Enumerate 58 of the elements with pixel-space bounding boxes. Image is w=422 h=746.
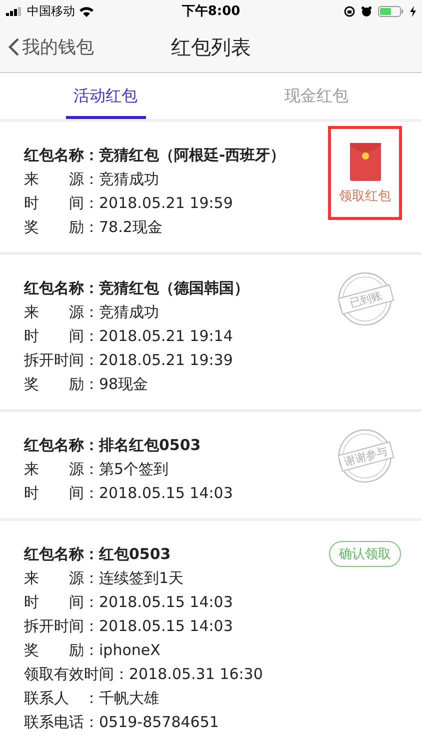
battery-icon [378, 6, 404, 16]
field-label: 时 间： [24, 326, 99, 347]
charging-icon [410, 6, 416, 16]
field-label: 来 源： [24, 568, 99, 589]
tab[interactable]: 活动红包 [0, 73, 211, 119]
confirm-button[interactable]: 确认领取 [329, 541, 401, 567]
field-label: 联系电话： [24, 712, 99, 733]
field-label: 红包名称： [24, 278, 99, 299]
field-value: 2018.05.21 19:59 [99, 193, 233, 214]
field-value: 78.2现金 [99, 217, 162, 238]
stamp-text: 已到账 [338, 284, 394, 315]
field-label: 时 间： [24, 592, 99, 613]
claim-link[interactable]: 领取红包 [339, 187, 391, 205]
field-value: 竞猜成功 [99, 169, 159, 190]
field-label: 联系人 ： [24, 688, 99, 709]
field-label: 奖 励： [24, 217, 99, 238]
field-value: 2018.05.31 16:30 [129, 664, 263, 685]
page-title: 红包列表 [171, 34, 251, 60]
field-label: 拆开时间： [24, 350, 99, 371]
field-value: iphoneX [99, 640, 160, 661]
field-label: 时 间： [24, 193, 99, 214]
field-value: 98现金 [99, 374, 148, 395]
field-value: 第5个签到 [99, 459, 169, 480]
field-value: 2018.05.21 19:14 [99, 326, 233, 347]
back-button[interactable]: 我的钱包 [0, 35, 94, 59]
field-label: 红包名称： [24, 544, 99, 565]
envelope-icon [350, 143, 380, 181]
field-label: 来 源： [24, 169, 99, 190]
field-value: 竞猜红包（德国韩国） [99, 278, 249, 299]
wifi-icon [79, 6, 94, 16]
field-value: 竞猜红包（阿根廷-西班牙） [99, 145, 286, 166]
field-label: 来 源： [24, 459, 99, 480]
field-label: 领取有效时间： [24, 664, 129, 685]
chevron-icon [8, 37, 20, 57]
field-value: 2018.05.15 14:03 [99, 616, 233, 637]
rotation-lock-icon [344, 6, 355, 16]
field-label: 来 源： [24, 302, 99, 323]
field-value: 2018.05.21 19:39 [99, 350, 233, 371]
tab[interactable]: 现金红包 [211, 73, 422, 119]
field-value: 2018.05.15 14:03 [99, 483, 233, 504]
field-label: 奖 励： [24, 374, 99, 395]
clock-time: 下午8:00 [182, 3, 240, 20]
field-label: 红包名称： [24, 435, 99, 456]
field-label: 奖 励： [24, 640, 99, 661]
field-value: 排名红包0503 [99, 435, 201, 456]
field-value: 千帆大雄 [99, 688, 159, 709]
stamp-text: 谢谢参与 [338, 441, 394, 472]
field-value: 红包0503 [99, 544, 171, 565]
field-value: 连续签到1天 [99, 568, 184, 589]
alarm-icon [361, 6, 372, 16]
signal-icon [6, 6, 23, 16]
field-label: 红包名称： [24, 145, 99, 166]
field-value: 2018.05.15 14:03 [99, 592, 233, 613]
field-value: 竞猜成功 [99, 302, 159, 323]
field-value: 0519-85784651 [99, 712, 219, 733]
field-label: 拆开时间： [24, 616, 99, 637]
carrier-name: 中国移动 [27, 2, 75, 20]
field-label: 时 间： [24, 483, 99, 504]
